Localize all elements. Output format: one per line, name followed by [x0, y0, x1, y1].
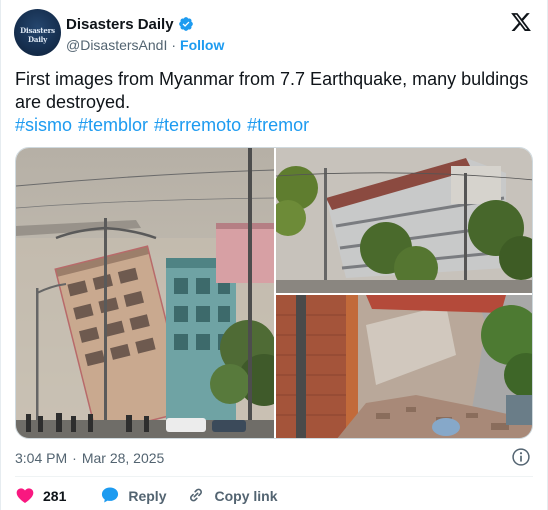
- author-handle-row: @DisastersAndI · Follow: [66, 37, 224, 53]
- speech-bubble-icon: [100, 485, 128, 508]
- timestamp-row: 3:04 PM · Mar 28, 2025: [15, 450, 164, 466]
- copy-link-label: Copy link: [214, 488, 278, 504]
- media-grid: [15, 147, 533, 439]
- handle-separator: ·: [171, 37, 177, 53]
- x-logo-icon[interactable]: [510, 11, 532, 33]
- photo-leaning-building[interactable]: [276, 148, 532, 293]
- hashtag-terremoto[interactable]: #terremoto: [154, 115, 241, 135]
- display-name[interactable]: Disasters Daily: [66, 16, 174, 33]
- action-bar: 281 Reply Copy link: [15, 485, 278, 507]
- follow-button[interactable]: Follow: [180, 37, 224, 53]
- like-count: 281: [43, 488, 67, 504]
- avatar-logo-text: Disasters Daily: [20, 26, 55, 44]
- author-name-row: Disasters Daily: [66, 14, 194, 34]
- copy-link-button[interactable]: Copy link: [186, 485, 278, 508]
- reply-label: Reply: [128, 488, 167, 504]
- author-handle[interactable]: @DisastersAndI: [66, 37, 167, 53]
- like-button[interactable]: 281: [15, 485, 72, 508]
- heart-icon: [15, 485, 43, 508]
- post-time[interactable]: 3:04 PM: [15, 450, 67, 466]
- hashtag-tremor[interactable]: #tremor: [247, 115, 309, 135]
- tweet-text: First images from Myanmar from 7.7 Earth…: [15, 69, 529, 112]
- photo-collapsing-building[interactable]: [16, 148, 274, 438]
- time-separator: ·: [72, 450, 77, 466]
- hashtag-sismo[interactable]: #sismo: [15, 115, 72, 135]
- hashtag-row: #sismo #temblor #terremoto #tremor: [15, 114, 535, 137]
- tweet-header: Disasters Daily Disasters Daily @Disaste…: [14, 9, 536, 57]
- avatar[interactable]: Disasters Daily: [14, 9, 61, 56]
- verified-badge-icon: [178, 16, 194, 32]
- post-date[interactable]: Mar 28, 2025: [82, 450, 165, 466]
- info-icon[interactable]: [511, 447, 531, 467]
- photo-collapsed-brick-building[interactable]: [276, 295, 532, 438]
- reply-button[interactable]: Reply: [100, 485, 166, 508]
- link-icon: [186, 485, 214, 508]
- tweet-card: Disasters Daily Disasters Daily @Disaste…: [0, 0, 548, 510]
- hashtag-temblor[interactable]: #temblor: [78, 115, 148, 135]
- divider: [15, 476, 533, 477]
